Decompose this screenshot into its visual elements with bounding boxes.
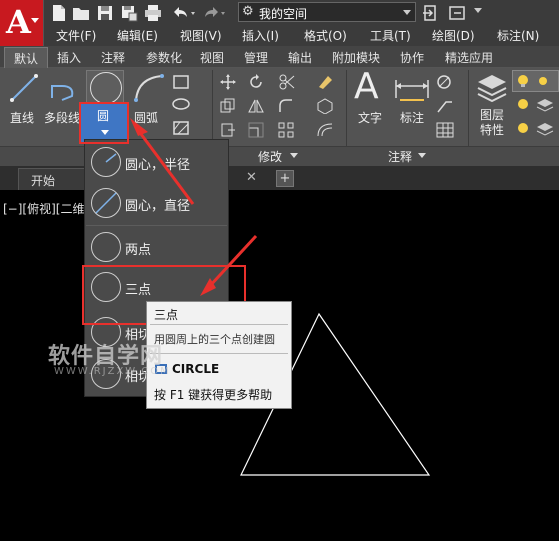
tab-insert[interactable]: 插入 — [57, 49, 81, 66]
save-as-icon[interactable] — [120, 4, 138, 22]
menu-tools[interactable]: 工具(T) — [370, 27, 411, 44]
chevron-down-icon[interactable] — [290, 153, 298, 158]
arc-icon[interactable] — [132, 72, 166, 104]
sign-in-icon[interactable] — [422, 4, 440, 22]
workspace-label: 我的空间 — [259, 7, 308, 21]
layer-freeze-icon[interactable] — [516, 122, 530, 136]
tooltip-command-name: CIRCLE — [172, 362, 220, 376]
share-icon[interactable] — [448, 4, 466, 22]
menu-view[interactable]: 视图(V) — [180, 27, 222, 44]
layer-match-icon[interactable] — [536, 122, 554, 136]
tab-collaborate[interactable]: 协作 — [400, 49, 424, 66]
menu-draw[interactable]: 绘图(D) — [432, 27, 475, 44]
save-icon[interactable] — [96, 4, 114, 22]
text-icon[interactable]: A — [354, 66, 379, 107]
sun-icon — [536, 74, 550, 88]
dimension-icon[interactable] — [394, 74, 430, 104]
tab-addins[interactable]: 附加模块 — [332, 49, 380, 66]
tab-annotate[interactable]: 注释 — [101, 49, 125, 66]
tab-view[interactable]: 视图 — [200, 49, 224, 66]
bulb-icon — [516, 74, 530, 88]
tab-featured-apps[interactable]: 精选应用 — [445, 49, 493, 66]
explode-icon[interactable] — [316, 98, 334, 114]
chevron-down-icon — [403, 10, 411, 15]
circle-button[interactable] — [86, 70, 124, 104]
annotation-arrows — [130, 118, 258, 296]
app-menu-arrow-icon — [31, 18, 39, 23]
application-menu-button[interactable]: A — [0, 0, 44, 46]
move-icon[interactable] — [220, 74, 236, 90]
rectangle-icon[interactable] — [172, 74, 190, 90]
print-icon[interactable] — [144, 4, 162, 22]
menu-dimension[interactable]: 标注(N) — [497, 27, 539, 44]
menu-edit[interactable]: 编辑(E) — [117, 27, 158, 44]
table-icon[interactable] — [436, 122, 454, 138]
tab-default-label: 默认 — [14, 52, 39, 66]
leader-icon[interactable] — [436, 74, 454, 90]
tooltip-help-text: 按 F1 键获得更多帮助 — [154, 388, 273, 402]
tooltip-divider — [150, 324, 288, 325]
erase-icon[interactable] — [316, 74, 334, 90]
watermark-url: WWW.RJZXW.COM — [54, 366, 171, 377]
menu-insert[interactable]: 插入(I) — [242, 27, 279, 44]
workspace-dropdown[interactable]: ⚙ 我的空间 — [238, 2, 416, 22]
text-label: 文字 — [358, 111, 383, 125]
fillet-icon[interactable] — [278, 98, 294, 114]
dimension-label: 标注 — [400, 111, 425, 125]
layer-stack-icon[interactable] — [536, 98, 554, 112]
chevron-down-icon[interactable] — [474, 8, 482, 13]
mleader-icon[interactable] — [436, 98, 454, 114]
menu-format[interactable]: 格式(O) — [304, 27, 347, 44]
offset-icon[interactable] — [316, 122, 334, 138]
tooltip-description: 用圆周上的三个点创建圆 — [154, 333, 275, 346]
polyline-icon[interactable] — [48, 72, 80, 104]
open-file-icon[interactable] — [72, 4, 90, 22]
circle-2-point-icon — [91, 232, 121, 262]
tab-default[interactable]: 默认 — [4, 47, 48, 68]
tab-manage[interactable]: 管理 — [244, 49, 268, 66]
trim-icon[interactable] — [278, 74, 296, 90]
circle-icon — [90, 72, 122, 104]
tooltip-title: 三点 — [154, 308, 179, 322]
tab-start-label: 开始 — [31, 174, 56, 188]
polyline-label: 多段线 — [44, 111, 81, 125]
line-icon[interactable] — [8, 72, 40, 104]
chevron-down-icon[interactable] — [418, 153, 426, 158]
annotation-panel-title[interactable]: 注释 — [388, 148, 412, 165]
layer-state-icon[interactable] — [516, 98, 530, 112]
tooltip-divider — [150, 353, 288, 354]
array-icon[interactable] — [278, 122, 294, 138]
layer-properties-icon[interactable] — [476, 72, 508, 102]
layer-properties-label: 图层 特性 — [480, 108, 505, 137]
new-file-icon[interactable] — [50, 4, 68, 22]
tab-parametric[interactable]: 参数化 — [146, 49, 182, 66]
app-logo-letter: A — [6, 3, 31, 41]
rotate-icon[interactable] — [248, 74, 264, 90]
line-label: 直线 — [10, 111, 35, 125]
redo-icon[interactable] — [202, 4, 228, 22]
gear-icon: ⚙ — [242, 4, 254, 19]
tab-output[interactable]: 输出 — [288, 49, 312, 66]
menu-file[interactable]: 文件(F) — [56, 27, 96, 44]
undo-icon[interactable] — [170, 4, 196, 22]
